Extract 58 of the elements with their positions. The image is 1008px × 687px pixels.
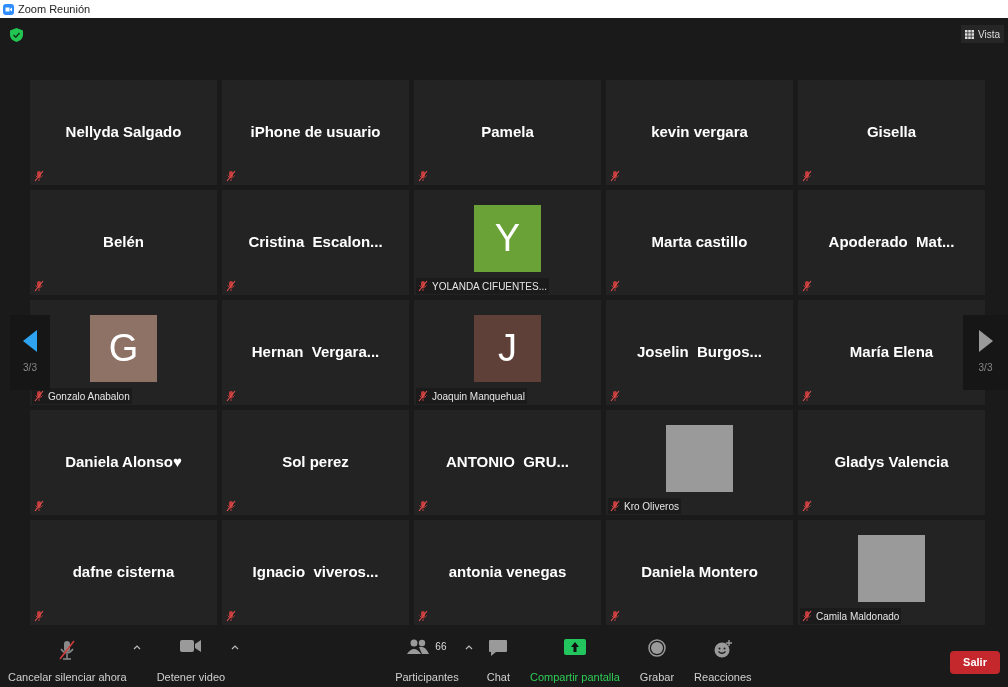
toolbar-button[interactable]: Reacciones [688, 635, 758, 685]
avatar-initial: G [90, 315, 157, 382]
participant-name: Daniela Montero [641, 562, 758, 583]
toolbar-button[interactable]: Chat [480, 635, 516, 685]
participant-name: Gladys Valencia [834, 452, 949, 473]
caret-icon[interactable] [132, 645, 141, 650]
participant-name: Sol perez [282, 452, 349, 473]
caret-icon[interactable] [231, 645, 240, 650]
participant-name: Pamela [481, 122, 534, 143]
name-label: YOLANDA CIFUENTES... [416, 278, 550, 294]
toolbar-button[interactable]: Grabar [633, 635, 681, 685]
video-camera-icon [179, 638, 202, 653]
view-button[interactable]: Vista [960, 25, 1004, 43]
caret-icon[interactable] [464, 645, 473, 650]
chat-bubble-icon [488, 638, 509, 657]
smiley-plus-icon [712, 638, 733, 659]
name-label: Camila Maldonado [800, 608, 902, 624]
participant-name: Ignacio viveros... [252, 562, 379, 583]
name-label: Kro Oliveros [608, 498, 681, 514]
next-page-button[interactable]: 3/3 [963, 315, 1008, 390]
participant-count: 66 [435, 639, 447, 654]
avatar-initial: Y [474, 205, 541, 272]
left-arrow-icon [23, 330, 37, 352]
record-icon [647, 638, 666, 657]
toolbar-button[interactable]: Detener video [150, 635, 232, 685]
leave-button[interactable]: Salir [950, 651, 1000, 674]
participant-name: Hernan Vergara... [251, 342, 380, 363]
photo-placeholder [858, 535, 925, 602]
participant-name: ANTONIO GRU... [445, 452, 570, 473]
participant-name: Gisella [866, 122, 917, 143]
right-arrow-icon [978, 330, 993, 352]
shield-icon [10, 28, 23, 42]
participant-name: dafne cisterna [72, 562, 175, 583]
previous-page-button[interactable]: 3/3 [10, 315, 50, 390]
people-icon [407, 638, 430, 655]
participant-name: Belén [103, 232, 144, 253]
participant-name: Apoderado Mat... [828, 232, 955, 253]
participant-name: María Elena [849, 342, 934, 363]
window-title: Zoom Reunión [18, 1, 91, 17]
name-label: Joaquin Manquehual [416, 388, 527, 404]
participant-name: kevin vergara [651, 122, 748, 143]
toolbar-button[interactable]: 66 Participantes [389, 635, 465, 685]
name-label: Gonzalo Anabalon [32, 388, 132, 404]
participant-name: Marta castillo [651, 232, 748, 253]
grid-icon [964, 29, 974, 39]
app-logo-icon [3, 3, 14, 15]
participant-name: antonia venegas [448, 562, 567, 583]
toolbar-button[interactable]: Compartir pantalla [523, 635, 626, 685]
photo-placeholder [666, 425, 733, 492]
participant-name: Cristina Escalon... [248, 232, 383, 253]
participant-name: iPhone de usuario [250, 122, 381, 143]
share-screen-icon [563, 638, 586, 655]
avatar-initial: J [474, 315, 541, 382]
participant-name: Nellyda Salgado [65, 122, 182, 143]
participant-name: Joselin Burgos... [637, 342, 762, 363]
participant-name: Daniela Alonso♥ [65, 452, 182, 473]
toolbar-button[interactable]: Cancelar silenciar ahora [2, 635, 133, 685]
muted-mic-icon [57, 638, 78, 661]
